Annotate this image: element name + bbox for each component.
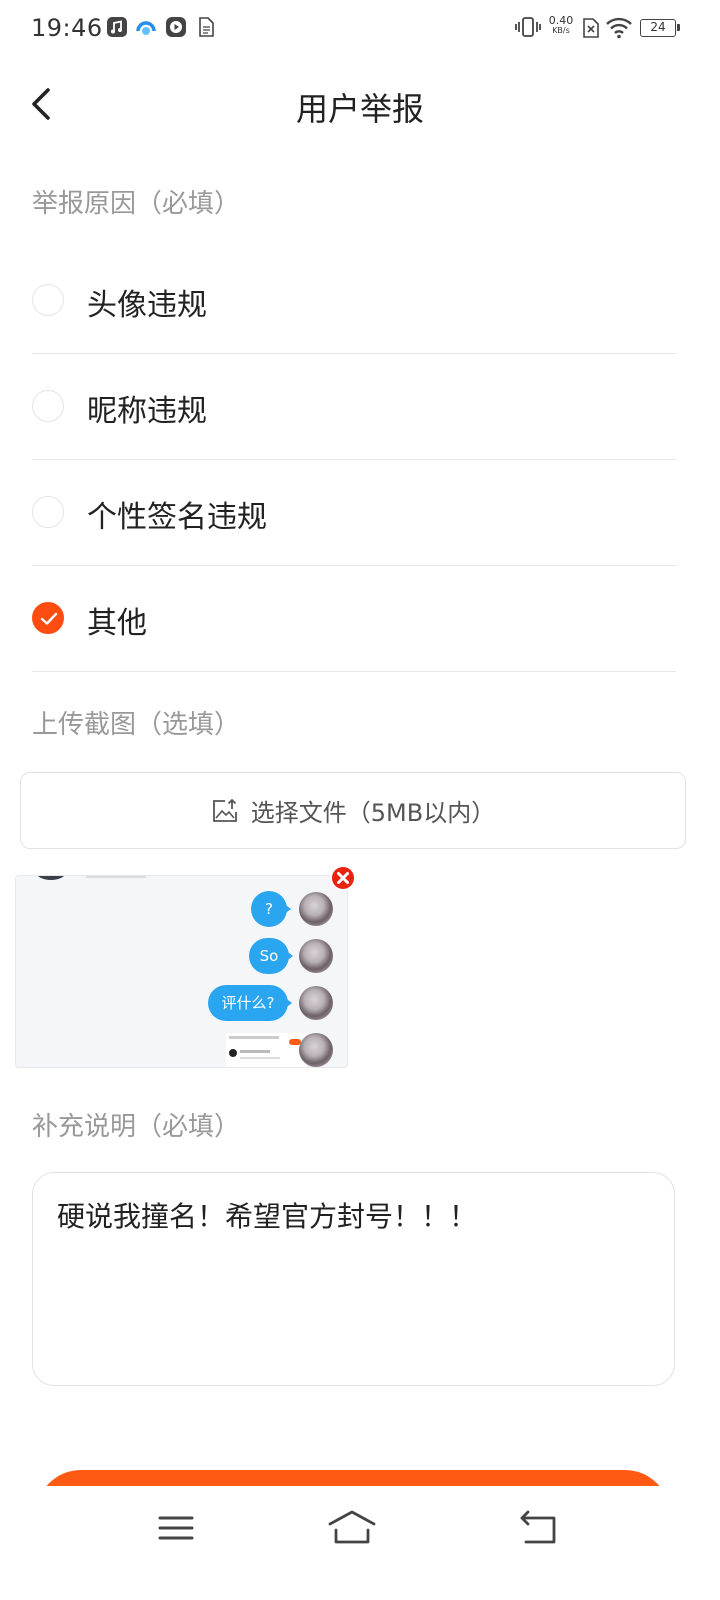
network-speed-value: 0.40	[548, 14, 574, 27]
header: 用户举报	[0, 60, 720, 148]
document-app-icon	[199, 17, 214, 37]
uploaded-screenshot-thumbnail[interactable]: ? So 评什么?	[15, 875, 348, 1068]
chat-avatar	[299, 986, 333, 1020]
remove-image-button[interactable]	[330, 865, 356, 891]
page-title: 用户举报	[295, 90, 424, 128]
back-nav-icon[interactable]	[508, 1508, 568, 1548]
reason-option-other[interactable]: 其他	[32, 566, 676, 672]
reason-option-label: 头像违规	[87, 288, 207, 323]
upload-section-label: 上传截图（选填）	[32, 710, 241, 740]
status-bar: 19:46 0.40 KB/s 24	[0, 0, 720, 56]
status-time: 19:46	[31, 14, 103, 42]
reason-option-label: 个性签名违规	[87, 500, 267, 535]
chat-bubble: 评什么?	[208, 985, 292, 1021]
description-section-label: 补充说明（必填）	[32, 1112, 241, 1142]
reason-option-label: 其他	[87, 606, 147, 641]
description-textarea[interactable]: 硬说我撞名！希望官方封号！！！	[32, 1172, 675, 1386]
chat-bubble: So	[249, 938, 293, 974]
chat-bubble: ?	[251, 891, 291, 927]
no-sim-icon	[583, 18, 599, 38]
description-text: 硬说我撞名！希望官方封号！！！	[57, 1200, 478, 1233]
checkmark-icon	[40, 612, 58, 625]
chat-avatar	[299, 1033, 333, 1067]
image-upload-icon	[212, 798, 237, 822]
video-app-icon	[166, 17, 186, 37]
network-speed-unit: KB/s	[552, 26, 570, 35]
chat-avatar	[299, 939, 333, 973]
wifi-icon	[606, 17, 632, 39]
close-icon	[337, 872, 349, 884]
battery-icon: 24	[640, 19, 680, 37]
vibrate-icon	[515, 17, 541, 37]
thumbnail-divider	[86, 876, 146, 878]
shared-card-preview	[226, 1033, 306, 1067]
home-icon[interactable]	[322, 1508, 382, 1548]
radio-button-checked[interactable]	[32, 602, 64, 634]
choose-file-label: 选择文件（5MB以内）	[250, 799, 496, 827]
radio-button[interactable]	[32, 496, 64, 528]
menu-icon[interactable]	[146, 1508, 206, 1548]
choose-file-button[interactable]: 选择文件（5MB以内）	[20, 772, 686, 849]
system-nav-bar	[0, 1486, 720, 1600]
browser-app-icon	[136, 21, 156, 35]
reason-option-avatar[interactable]: 头像违规	[32, 248, 676, 354]
thumbnail-avatar-partial	[36, 876, 66, 880]
chat-avatar	[299, 892, 333, 926]
music-app-icon	[107, 17, 127, 37]
radio-button[interactable]	[32, 390, 64, 422]
network-speed: 0.40 KB/s	[548, 14, 574, 36]
reason-option-nickname[interactable]: 昵称违规	[32, 354, 676, 460]
reason-option-label: 昵称违规	[87, 394, 207, 429]
radio-button[interactable]	[32, 284, 64, 316]
reason-section-label: 举报原因（必填）	[32, 189, 241, 219]
reason-option-signature[interactable]: 个性签名违规	[32, 460, 676, 566]
